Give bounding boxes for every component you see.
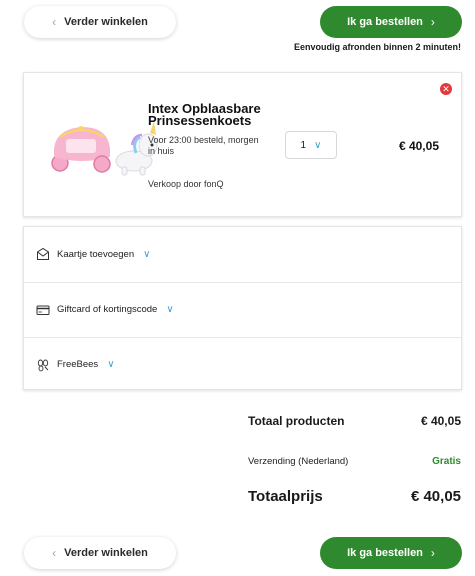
checkout-button[interactable]: Ik ga bestellen › bbox=[320, 6, 462, 38]
continue-shopping-button[interactable]: ‹ Verder winkelen bbox=[24, 6, 176, 38]
close-icon[interactable]: ✕ bbox=[440, 83, 452, 95]
shipping-value: Gratis bbox=[432, 456, 461, 467]
product-title[interactable]: Intex Opblaasbare Prinsessenkoets bbox=[148, 102, 298, 127]
total-price-label: Totaalprijs bbox=[248, 488, 323, 505]
product-price: € 40,05 bbox=[398, 139, 439, 153]
freebees-label: FreeBees bbox=[57, 359, 99, 370]
chevron-left-icon: ‹ bbox=[52, 15, 57, 29]
shipping-label: Verzending (Nederland) bbox=[248, 456, 349, 467]
continue-shopping-button[interactable]: ‹ Verder winkelen bbox=[24, 537, 176, 569]
chevron-down-icon: ∨ bbox=[107, 359, 115, 370]
continue-shopping-label: Verder winkelen bbox=[64, 547, 148, 559]
freebees-option[interactable]: FreeBees ∨ bbox=[24, 337, 461, 391]
chevron-down-icon: ∨ bbox=[143, 248, 151, 260]
product-image bbox=[51, 121, 158, 176]
quantity-value: 1 bbox=[300, 139, 307, 151]
checkout-subtitle: Eenvoudig afronden binnen 2 minuten! bbox=[293, 42, 461, 52]
giftcard-label: Giftcard of kortingscode bbox=[57, 304, 158, 315]
checkout-button[interactable]: Ik ga bestellen › bbox=[320, 537, 462, 569]
credit-card-icon bbox=[36, 305, 50, 315]
giftcard-option[interactable]: Giftcard of kortingscode ∨ bbox=[24, 282, 461, 336]
quantity-select[interactable]: 1 ∨ bbox=[285, 131, 337, 159]
chevron-left-icon: ‹ bbox=[52, 546, 57, 560]
envelope-card-icon bbox=[37, 247, 49, 260]
cart-item-card: ✕ Intex Opblaasbare Prinsessenkoets Voor… bbox=[23, 72, 462, 217]
chevron-right-icon: › bbox=[430, 15, 435, 29]
seller-info: Verkoop door fonQ bbox=[148, 179, 224, 189]
chevron-down-icon: ∨ bbox=[314, 139, 322, 151]
add-card-label: Kaartje toevoegen bbox=[57, 248, 135, 260]
total-products-label: Totaal producten bbox=[248, 414, 345, 428]
chevron-right-icon: › bbox=[430, 546, 435, 560]
checkout-label: Ik ga bestellen bbox=[347, 16, 423, 28]
delivery-info: Voor 23:00 besteld, morgen in huis bbox=[148, 135, 259, 156]
extras-card: Kaartje toevoegen ∨ Giftcard of kortings… bbox=[23, 226, 462, 390]
checkout-label: Ik ga bestellen bbox=[347, 547, 423, 559]
continue-shopping-label: Verder winkelen bbox=[64, 16, 148, 28]
total-products-value: € 40,05 bbox=[420, 414, 461, 428]
add-card-option[interactable]: Kaartje toevoegen ∨ bbox=[24, 227, 461, 281]
chevron-down-icon: ∨ bbox=[166, 304, 174, 315]
bees-icon bbox=[37, 359, 49, 371]
total-price-value: € 40,05 bbox=[410, 488, 461, 505]
